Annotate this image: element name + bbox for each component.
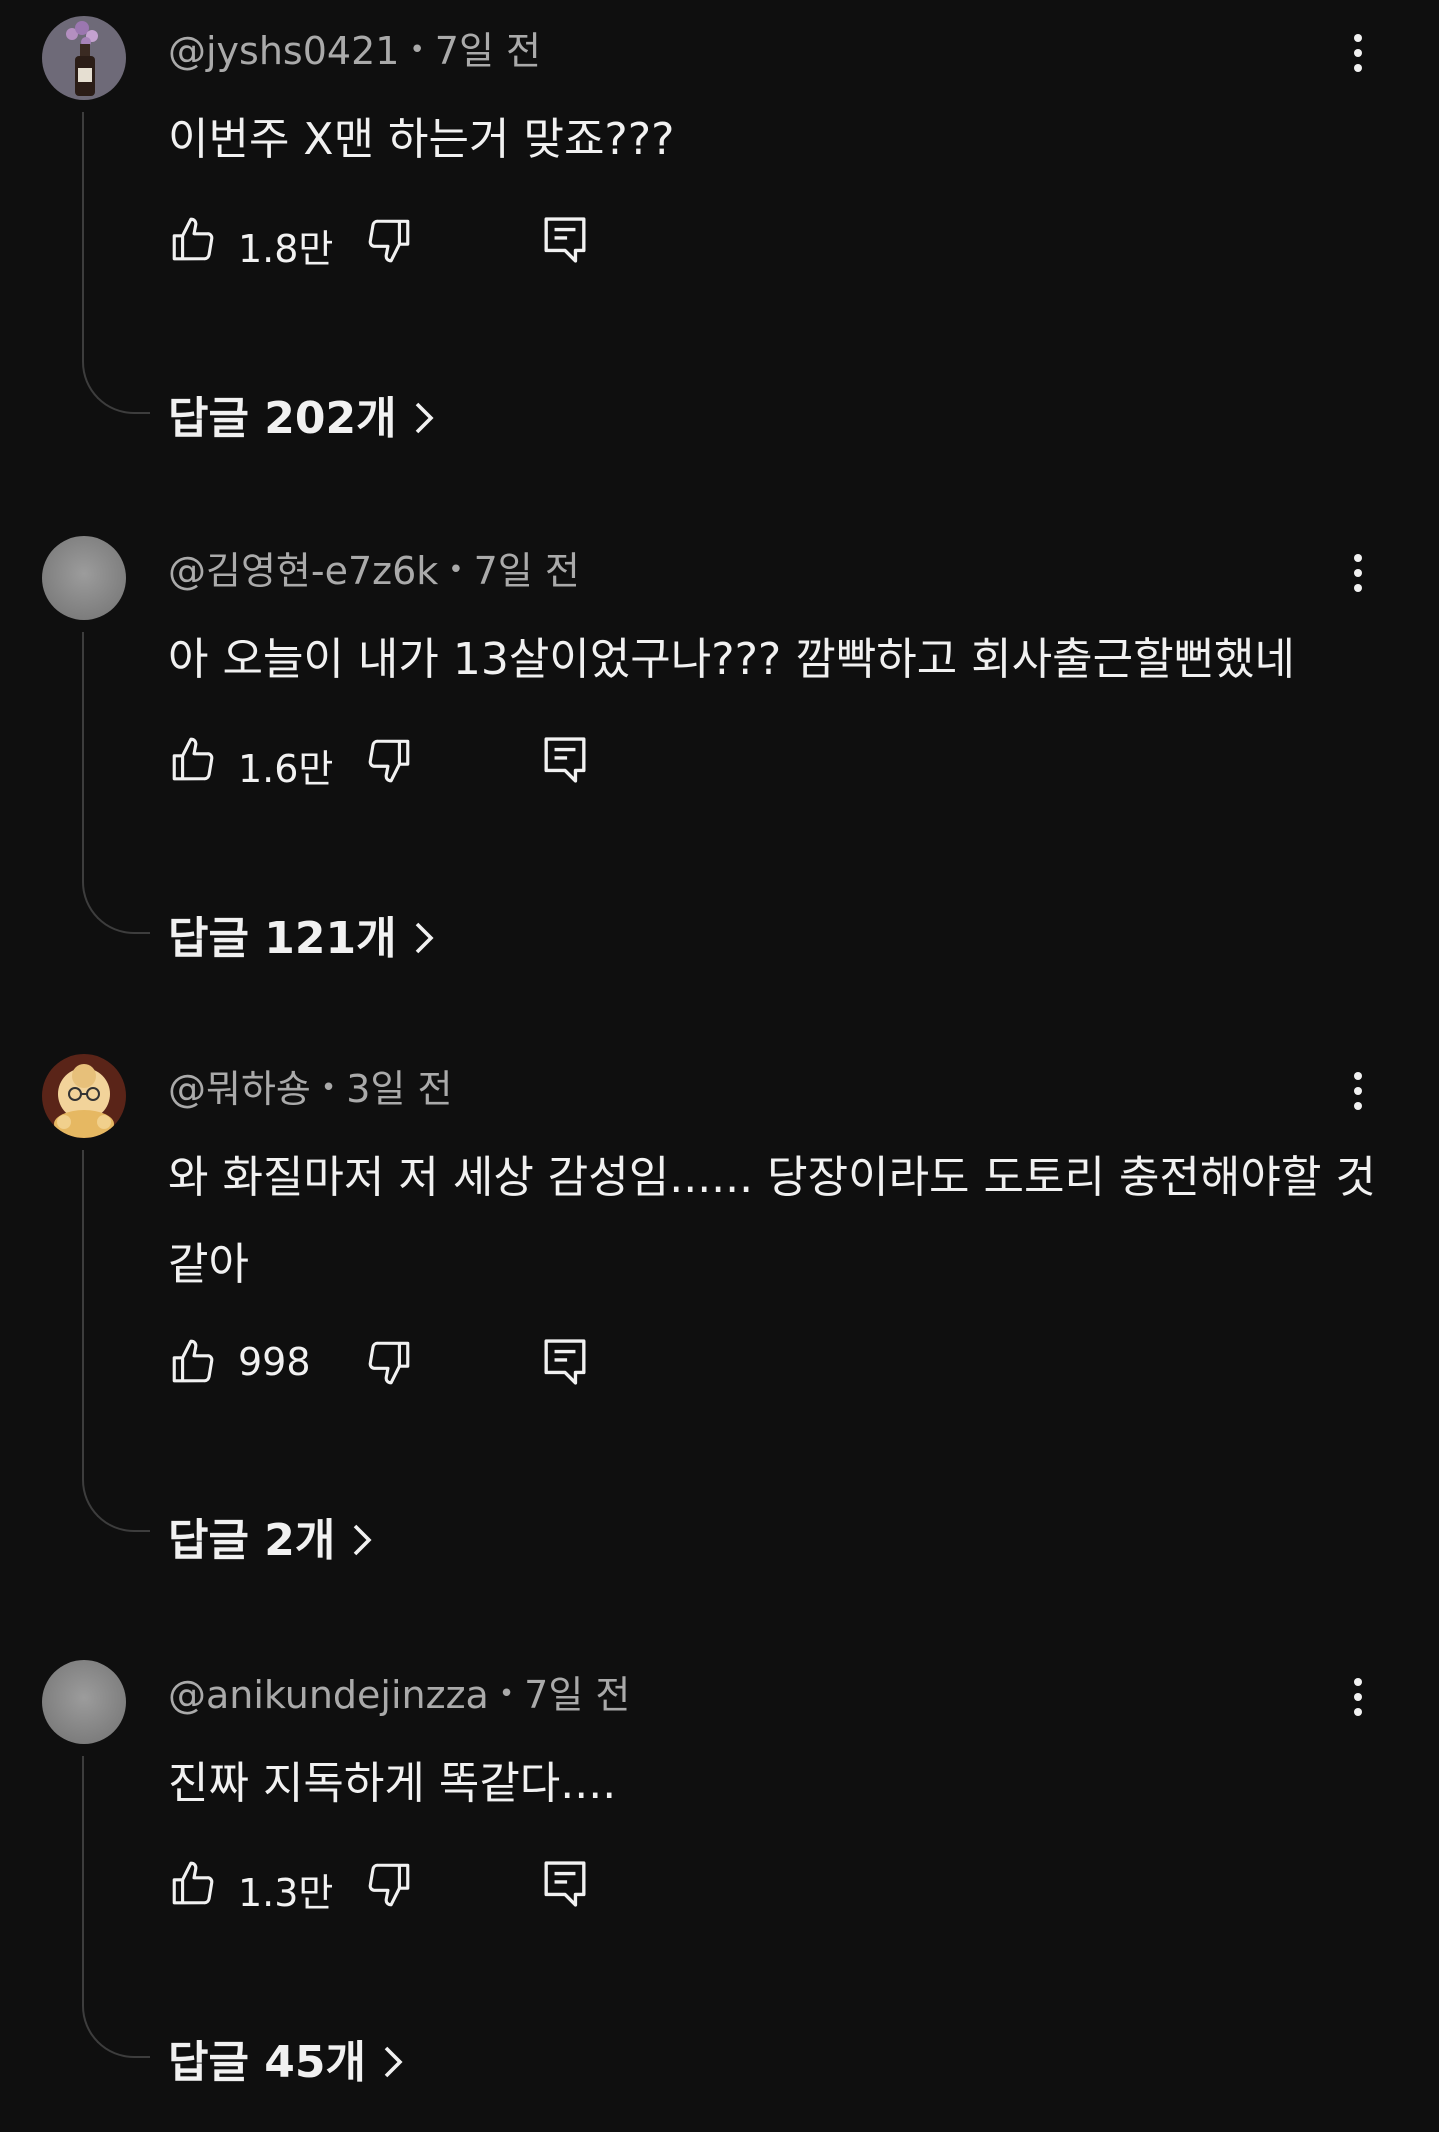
comment-time: 7일 전	[434, 29, 541, 73]
comment-time: 7일 전	[473, 549, 580, 593]
comment-feed: @jyshs0421 • 7일 전 이번주 X맨 하는거 맞죠??? 1.8만 답글…	[0, 0, 1439, 2132]
replies-label: 답글 45개	[168, 2037, 366, 2088]
view-replies-button[interactable]: 답글 2개	[168, 1504, 375, 1568]
thread-line	[82, 112, 150, 414]
reply-icon[interactable]	[542, 734, 588, 786]
like-icon[interactable]	[168, 734, 218, 786]
separator-dot: •	[320, 1073, 337, 1103]
separator-dot: •	[448, 555, 464, 585]
avatar[interactable]	[42, 1054, 126, 1138]
dislike-icon[interactable]	[364, 214, 414, 266]
author-handle[interactable]: @김영현-e7z6k	[168, 549, 438, 593]
dislike-icon[interactable]	[364, 734, 414, 786]
chevron-right-icon	[354, 1524, 372, 1556]
view-replies-button[interactable]: 답글 202개	[168, 382, 437, 446]
replies-label: 답글 2개	[168, 1515, 336, 1566]
comment-item: @anikundejinzza • 7일 전 진짜 지독하게 똑같다.... 1.3…	[0, 1644, 1439, 2132]
replies-label: 답글 202개	[168, 393, 397, 444]
view-replies-button[interactable]: 답글 121개	[168, 902, 437, 966]
reply-icon[interactable]	[542, 214, 588, 266]
comment-actions: 1.3만	[168, 1858, 608, 1915]
comment-time: 7일 전	[524, 1673, 631, 1717]
comment-actions: 1.8만	[168, 214, 608, 271]
comment-item: @jyshs0421 • 7일 전 이번주 X맨 하는거 맞죠??? 1.8만 답글…	[0, 0, 1439, 500]
comment-time: 3일 전	[346, 1067, 453, 1111]
thread-line	[82, 1150, 150, 1532]
author-handle[interactable]: @jyshs0421	[168, 29, 399, 73]
comment-meta: @anikundejinzza • 7일 전	[168, 1664, 630, 1719]
avatar[interactable]	[42, 16, 126, 100]
separator-dot: •	[409, 35, 425, 65]
comment-item: @뭐하숑 • 3일 전 와 화질마저 저 세상 감성임...... 당장이라도 도토…	[0, 1038, 1439, 1618]
comment-text: 와 화질마저 저 세상 감성임...... 당장이라도 도토리 충전해야할 것 …	[168, 1152, 1376, 1290]
more-options-icon[interactable]	[1340, 554, 1376, 602]
comment-actions: 998	[168, 1336, 608, 1392]
thread-line	[82, 632, 150, 934]
dislike-icon[interactable]	[364, 1336, 414, 1388]
like-icon[interactable]	[168, 214, 218, 266]
comment-meta: @김영현-e7z6k • 7일 전	[168, 540, 580, 595]
like-icon[interactable]	[168, 1336, 218, 1388]
like-count: 1.6만	[238, 747, 334, 791]
chevron-right-icon	[415, 922, 434, 954]
comment-meta: @뭐하숑 • 3일 전	[168, 1058, 452, 1113]
replies-label: 답글 121개	[168, 913, 397, 964]
more-options-icon[interactable]	[1340, 1072, 1376, 1120]
like-icon[interactable]	[168, 1858, 218, 1910]
comment-text: 이번주 X맨 하는거 맞죠???	[168, 114, 675, 165]
author-handle[interactable]: @뭐하숑	[168, 1067, 311, 1111]
more-options-icon[interactable]	[1340, 1678, 1376, 1726]
comment-meta: @jyshs0421 • 7일 전	[168, 20, 541, 75]
comment-text: 아 오늘이 내가 13살이었구나??? 깜빡하고 회사출근할뻔했네	[168, 634, 1296, 685]
like-count: 1.3만	[238, 1871, 334, 1915]
like-count: 998	[238, 1340, 311, 1384]
comment-actions: 1.6만	[168, 734, 608, 791]
view-replies-button[interactable]: 답글 45개	[168, 2026, 406, 2090]
author-handle[interactable]: @anikundejinzza	[168, 1673, 489, 1717]
more-options-icon[interactable]	[1340, 34, 1376, 82]
thread-line	[82, 1756, 150, 2058]
chevron-right-icon	[415, 402, 434, 434]
reply-icon[interactable]	[542, 1336, 588, 1388]
dislike-icon[interactable]	[364, 1858, 414, 1910]
avatar[interactable]	[42, 1660, 126, 1744]
avatar[interactable]	[42, 536, 126, 620]
separator-dot: •	[498, 1679, 515, 1709]
like-count: 1.8만	[238, 227, 334, 271]
comment-text: 진짜 지독하게 똑같다....	[168, 1758, 617, 1809]
comment-item: @김영현-e7z6k • 7일 전 아 오늘이 내가 13살이었구나??? 깜빡하고…	[0, 520, 1439, 1020]
reply-icon[interactable]	[542, 1858, 588, 1910]
chevron-right-icon	[384, 2046, 403, 2078]
